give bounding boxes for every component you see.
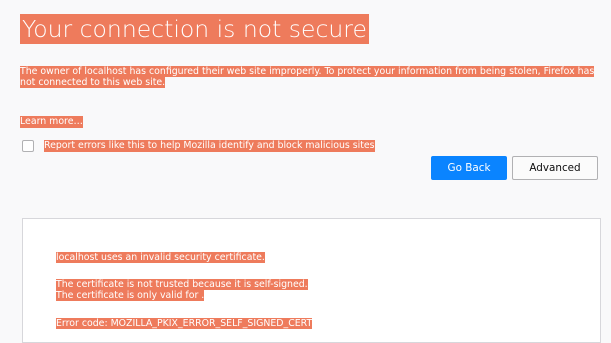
advanced-panel: localhost uses an invalid security certi… xyxy=(22,218,601,343)
not-trusted-text: The certificate is not trusted because i… xyxy=(56,279,308,290)
advanced-button[interactable]: Advanced xyxy=(512,156,598,180)
page-title: Your connection is not secure xyxy=(20,14,369,44)
error-code-text[interactable]: Error code: MOZILLA_PKIX_ERROR_SELF_SIGN… xyxy=(56,318,313,329)
invalid-cert-text: localhost uses an invalid security certi… xyxy=(56,252,265,263)
cert-details: The certificate is not trusted because i… xyxy=(56,279,308,301)
learn-more-link[interactable]: Learn more… xyxy=(20,116,83,128)
error-code: Error code: MOZILLA_PKIX_ERROR_SELF_SIGN… xyxy=(56,318,313,329)
report-errors-option[interactable]: Report errors like this to help Mozilla … xyxy=(22,137,375,155)
report-errors-checkbox[interactable] xyxy=(22,140,34,152)
report-errors-label[interactable]: Report errors like this to help Mozilla … xyxy=(44,140,375,152)
error-description: The owner of localhost has configured th… xyxy=(20,66,600,88)
error-description-text: The owner of localhost has configured th… xyxy=(20,66,595,88)
only-valid-for-text: The certificate is only valid for . xyxy=(56,290,205,301)
invalid-cert-message: localhost uses an invalid security certi… xyxy=(56,252,265,263)
go-back-button[interactable]: Go Back xyxy=(431,156,507,180)
